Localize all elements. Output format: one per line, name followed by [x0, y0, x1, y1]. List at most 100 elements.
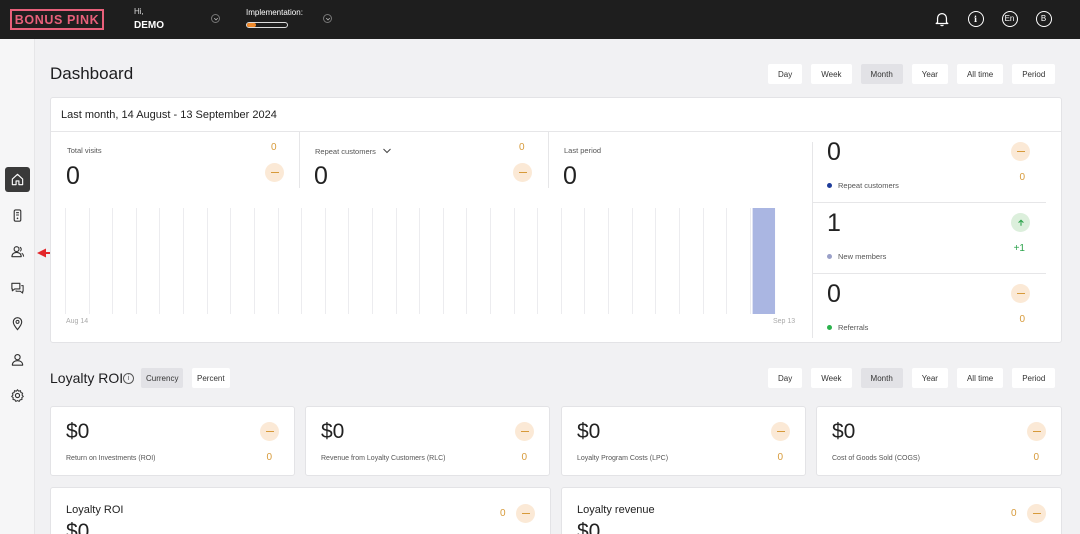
- info-icon[interactable]: i: [967, 10, 984, 27]
- top-bar: BONUS PINK Hi, DEMO Implementation: i En…: [0, 0, 1080, 39]
- sidebar-item-users[interactable]: [5, 347, 30, 372]
- settings-icon: [11, 389, 24, 402]
- chart-end-label: Sep 13: [773, 318, 796, 325]
- summary-delta: 0: [1019, 314, 1025, 325]
- no-change-icon: [515, 422, 534, 441]
- no-change-icon: [771, 422, 790, 441]
- no-change-icon: [265, 163, 284, 182]
- roi-period-tabs: Day Week Month Year All time Period: [768, 368, 1056, 388]
- summary-label: New members: [838, 252, 887, 261]
- roi-value: $0: [66, 420, 90, 443]
- roi-card-cogs[interactable]: $0 Cost of Goods Sold (COGS) 0: [816, 406, 1062, 476]
- location-pin-icon: [12, 317, 23, 331]
- dashboard-tab-all-time[interactable]: All time: [956, 64, 1004, 84]
- language-label: En: [1001, 10, 1018, 27]
- sidebar: [0, 39, 35, 534]
- dashboard-tab-week[interactable]: Week: [811, 64, 852, 84]
- roi-tab-period[interactable]: Period: [1012, 368, 1056, 388]
- roi-delta: 0: [777, 452, 783, 463]
- metric-last-period: Last period 0: [548, 132, 798, 190]
- sidebar-item-chat[interactable]: [5, 275, 30, 300]
- chart-bar[interactable]: [752, 208, 776, 314]
- roi-label: Revenue from Loyalty Customers (RLC): [321, 455, 446, 462]
- no-change-icon: [260, 422, 279, 441]
- greeting-text: Hi,: [134, 7, 144, 16]
- sidebar-item-settings[interactable]: [5, 383, 30, 408]
- toggle-currency[interactable]: Currency: [141, 368, 184, 388]
- legend-dot: [827, 183, 832, 188]
- members-icon: [11, 246, 25, 258]
- card-title: Loyalty revenue: [577, 504, 655, 516]
- receipt-icon: [13, 209, 22, 222]
- roi-card-lpc[interactable]: $0 Loyalty Program Costs (LPC) 0: [561, 406, 806, 476]
- user-greeting[interactable]: Hi, DEMO: [134, 7, 164, 31]
- logo[interactable]: BONUS PINK: [10, 9, 104, 30]
- roi-delta: 0: [521, 452, 527, 463]
- summary-legend: Referrals: [827, 323, 868, 332]
- metric-total-visits: Total visits 0 0: [51, 132, 299, 190]
- user-name: DEMO: [134, 19, 164, 31]
- no-change-icon: [1011, 142, 1030, 161]
- roi-card-roi[interactable]: $0 Return on Investments (ROI) 0: [50, 406, 295, 476]
- card-value: $0: [66, 520, 90, 534]
- loyalty-revenue-card[interactable]: Loyalty revenue $0 0: [561, 487, 1062, 534]
- visits-chart: [65, 208, 798, 314]
- implementation-progress-bar: [246, 22, 288, 28]
- implementation-label: Implementation:: [246, 8, 303, 17]
- dashboard-tab-day[interactable]: Day: [768, 64, 803, 84]
- roi-tab-year[interactable]: Year: [911, 368, 948, 388]
- roi-tab-month[interactable]: Month: [860, 368, 903, 388]
- roi-tab-day[interactable]: Day: [768, 368, 803, 388]
- toggle-percent[interactable]: Percent: [192, 368, 230, 388]
- metric-value: 0: [66, 162, 80, 190]
- home-icon: [11, 173, 24, 186]
- period-title: Last month, 14 August - 13 September 202…: [51, 98, 1061, 132]
- metric-label: Total visits: [67, 146, 102, 155]
- card-title: Loyalty ROI: [66, 504, 124, 516]
- summary-value: 1: [827, 209, 841, 237]
- roi-label: Return on Investments (ROI): [66, 455, 156, 462]
- chevron-down-icon[interactable]: [382, 146, 392, 156]
- avatar-initial: B: [1035, 10, 1052, 27]
- page-title: Dashboard: [50, 64, 134, 83]
- roi-info-icon[interactable]: i: [123, 373, 134, 384]
- summary-value: 0: [827, 280, 841, 308]
- roi-card-rlc[interactable]: $0 Revenue from Loyalty Customers (RLC) …: [305, 406, 550, 476]
- metric-label: Repeat customers: [315, 146, 376, 156]
- implementation-chevron-down-icon[interactable]: [323, 14, 332, 23]
- summary-repeat-customers: 0 0 Repeat customers: [812, 132, 1046, 202]
- roi-tab-week[interactable]: Week: [811, 368, 852, 388]
- dashboard-tab-month[interactable]: Month: [860, 64, 903, 84]
- roi-label: Cost of Goods Sold (COGS): [832, 455, 920, 462]
- no-change-icon: [513, 163, 532, 182]
- roi-value: $0: [577, 420, 601, 443]
- sidebar-item-receipts[interactable]: [5, 203, 30, 228]
- account-chevron-down-icon[interactable]: [211, 14, 220, 23]
- metric-label-wrap[interactable]: Repeat customers: [315, 146, 392, 156]
- sidebar-item-home[interactable]: [5, 167, 30, 192]
- summary-delta: +1: [1013, 243, 1025, 254]
- metric-repeat-customers: Repeat customers 0 0: [299, 132, 548, 190]
- dashboard-tab-year[interactable]: Year: [911, 64, 948, 84]
- notifications-bell-icon[interactable]: [933, 10, 950, 27]
- card-delta: 0: [500, 508, 506, 519]
- metric-delta: 0: [271, 142, 277, 153]
- avatar[interactable]: B: [1035, 10, 1052, 27]
- legend-dot: [827, 254, 832, 259]
- no-change-icon: [1027, 422, 1046, 441]
- implementation-progress-fill: [247, 23, 256, 27]
- dashboard-period-tabs: Day Week Month Year All time Period: [768, 64, 1056, 84]
- summary-legend: New members: [827, 252, 886, 261]
- loyalty-roi-card[interactable]: Loyalty ROI $0 0: [50, 487, 551, 534]
- dashboard-tab-period[interactable]: Period: [1012, 64, 1056, 84]
- roi-label: Loyalty Program Costs (LPC): [577, 455, 669, 462]
- language-selector[interactable]: En: [1001, 10, 1018, 27]
- roi-title: Loyalty ROI: [50, 370, 124, 386]
- summary-value: 0: [827, 138, 841, 166]
- roi-tab-all-time[interactable]: All time: [956, 368, 1004, 388]
- summary-new-members: 1 +1 New members: [812, 203, 1046, 273]
- sidebar-item-locations[interactable]: [5, 311, 30, 336]
- roi-value: $0: [321, 420, 345, 443]
- sidebar-item-members[interactable]: [5, 239, 30, 264]
- visits-chart-svg: [65, 208, 798, 314]
